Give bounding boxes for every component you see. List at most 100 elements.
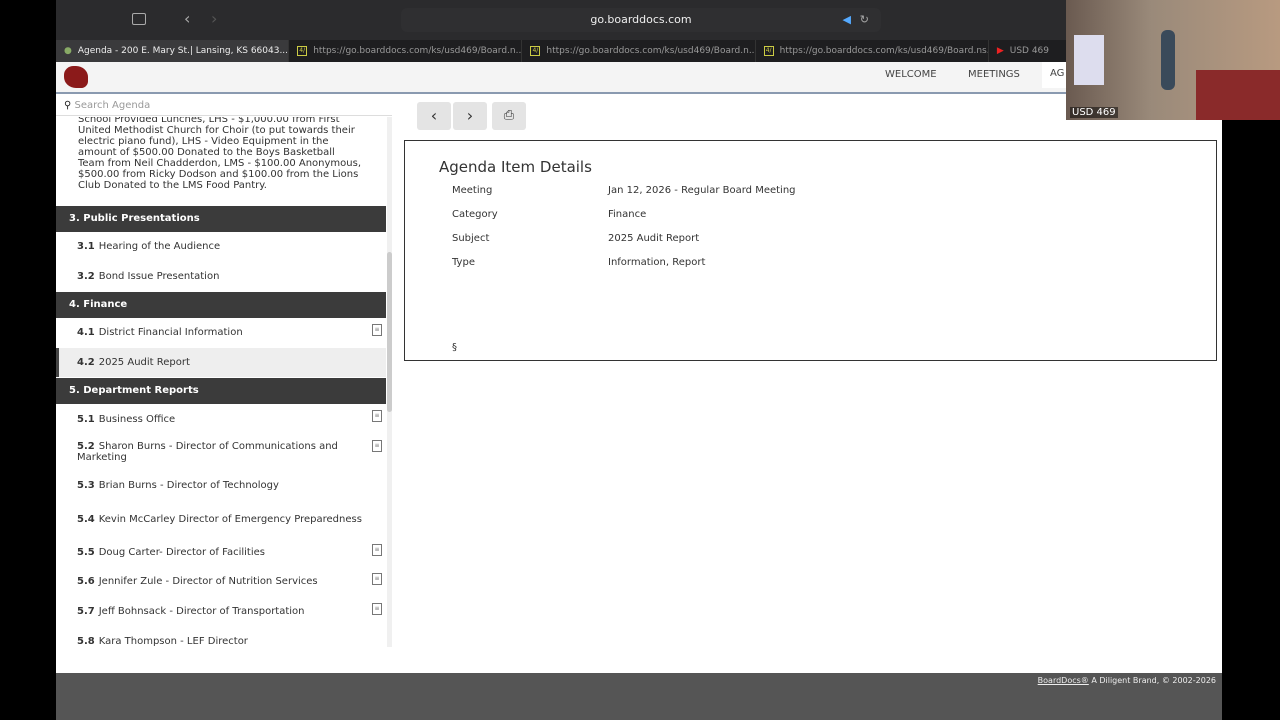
footer-text: A Diligent Brand, © 2002-2026 (1088, 676, 1216, 685)
agenda-item[interactable]: 5.3 Brian Burns - Director of Technology (56, 471, 386, 501)
item-label: 2025 Audit Report (98, 357, 190, 369)
nav-welcome[interactable]: WELCOME (885, 69, 937, 80)
reload-icon[interactable]: ↻ (860, 8, 869, 32)
item-number: 5.8 (77, 635, 95, 647)
item-description: School Provided Lunches, LHS - $1,000.00… (78, 117, 362, 191)
item-number: 5.3 (77, 480, 95, 492)
item-label: Jennifer Zule - Director of Nutrition Se… (98, 576, 318, 588)
item-number: 5.1 (77, 413, 95, 425)
sidebar-toggle-icon[interactable] (132, 13, 146, 25)
section-header[interactable]: 3. Public Presentations (56, 206, 386, 232)
agenda-item[interactable]: 5.7 Jeff Bohnsack - Director of Transport… (56, 597, 386, 627)
item-number: 3.1 (77, 241, 95, 253)
scrollbar-thumb[interactable] (387, 252, 392, 412)
tab-bar: ● Agenda - 200 E. Mary St.| Lansing, KS 6… (56, 40, 1222, 62)
search-agenda[interactable]: ⚲ Search Agenda (56, 96, 392, 116)
youtube-favicon-icon: ▶ (996, 46, 1004, 56)
section-symbol-link[interactable]: § (452, 342, 457, 353)
meeting-value: Jan 12, 2026 - Regular Board Meeting (608, 185, 796, 196)
item-label: Sharon Burns - Director of Communication… (77, 441, 338, 464)
agenda-item-details: Agenda Item Details Meeting Jan 12, 2026… (404, 140, 1217, 361)
forward-icon[interactable]: › (211, 9, 217, 28)
search-icon: ⚲ (64, 100, 72, 111)
document-icon[interactable]: ≡ (372, 324, 382, 337)
agenda-item[interactable]: 5.2 Sharon Burns - Director of Communicat… (56, 434, 386, 471)
audio-icon[interactable]: ◀ (843, 8, 851, 32)
agenda-item[interactable]: 5.6 Jennifer Zule - Director of Nutrition… (56, 567, 386, 597)
tab-boarddocs-2[interactable]: 4/https://go.boarddocs.com/ks/usd469/Boa… (522, 40, 756, 62)
browser-window: ‹ › go.boarddocs.com ◀ ↻ ● Agenda - 200 E.… (56, 0, 1222, 720)
tab-label: Agenda - 200 E. Mary St.| Lansing, KS 66… (77, 46, 289, 56)
tab-favicon-icon: ● (64, 46, 72, 56)
document-icon[interactable]: ≡ (372, 573, 382, 586)
category-label: Category (452, 209, 498, 220)
agenda-sidebar: School Provided Lunches, LHS - $1,000.00… (56, 117, 386, 647)
subject-label: Subject (452, 233, 490, 244)
agenda-item[interactable]: 5.8 Kara Thompson - LEF Director (56, 626, 386, 647)
address-bar[interactable]: go.boarddocs.com ◀ ↻ (401, 8, 881, 32)
agenda-item[interactable]: 4.1 District Financial Information ≡ (56, 318, 386, 348)
item-label: Business Office (98, 413, 176, 425)
sidebar-scrollbar[interactable] (387, 117, 392, 647)
video-door (1074, 35, 1104, 85)
item-label: Jeff Bohnsack - Director of Transportati… (98, 606, 305, 618)
video-chairs (1196, 70, 1280, 120)
item-number: 5.5 (77, 546, 95, 558)
boarddocs-favicon-icon: 4/ (763, 46, 774, 56)
item-number: 5.7 (77, 606, 95, 618)
boarddocs-favicon-icon: 4/ (530, 46, 541, 56)
item-number: 3.2 (77, 270, 95, 282)
item-label: District Financial Information (98, 327, 243, 339)
item-number: 5.2 (77, 441, 95, 453)
video-overlay: USD 469 (1066, 0, 1280, 120)
district-logo[interactable] (64, 66, 88, 88)
browser-toolbar: ‹ › go.boarddocs.com ◀ ↻ (56, 0, 1222, 40)
search-input[interactable]: Search Agenda (75, 100, 151, 111)
agenda-item[interactable]: 3.1 Hearing of the Audience (56, 232, 386, 262)
document-icon[interactable]: ≡ (372, 543, 382, 556)
item-number: 4.2 (77, 357, 95, 369)
back-icon[interactable]: ‹ (184, 9, 190, 28)
tab-label: https://go.boarddocs.com/ks/usd469/Board… (779, 46, 989, 56)
type-value: Information, Report (608, 257, 706, 268)
boarddocs-favicon-icon: 4/ (297, 46, 308, 56)
document-icon[interactable]: ≡ (372, 410, 382, 423)
category-value: Finance (608, 209, 647, 220)
section-header[interactable]: 4. Finance (56, 292, 386, 319)
type-label: Type (452, 257, 475, 268)
agenda-item[interactable]: 4.2 2025 Audit Report (56, 347, 386, 378)
item-number: 5.6 (77, 576, 95, 588)
item-label: Kara Thompson - LEF Director (98, 635, 248, 647)
section-header[interactable]: 5. Department Reports (56, 378, 386, 405)
nav-meetings[interactable]: MEETINGS (968, 69, 1020, 80)
document-icon[interactable]: ≡ (372, 439, 382, 452)
tab-boarddocs-3[interactable]: 4/https://go.boarddocs.com/ks/usd469/Boa… (756, 40, 989, 62)
tab-label: https://go.boarddocs.com/ks/usd469/Board… (546, 46, 756, 56)
item-label: Brian Burns - Director of Technology (98, 480, 279, 492)
agenda-item[interactable]: 5.4 Kevin McCarley Director of Emergency … (56, 501, 386, 538)
document-icon[interactable]: ≡ (372, 602, 382, 615)
details-title: Agenda Item Details (439, 158, 592, 176)
boarddocs-link[interactable]: BoardDocs® (1038, 676, 1089, 685)
tab-label: USD 469 (1009, 46, 1050, 56)
tab-label: https://go.boarddocs.com/ks/usd469/Board… (313, 46, 523, 56)
item-label: Doug Carter- Director of Facilities (98, 546, 265, 558)
item-label: Hearing of the Audience (98, 241, 221, 253)
agenda-item[interactable]: 5.1 Business Office ≡ (56, 404, 386, 434)
tab-boarddocs-1[interactable]: 4/https://go.boarddocs.com/ks/usd469/Boa… (289, 40, 523, 62)
printer-icon: ⎙ (503, 108, 515, 123)
item-label: Bond Issue Presentation (98, 270, 220, 282)
agenda-item[interactable]: 3.2 Bond Issue Presentation (56, 262, 386, 292)
tab-agenda[interactable]: ● Agenda - 200 E. Mary St.| Lansing, KS 6… (56, 40, 290, 62)
agenda-item[interactable]: 5.5 Doug Carter- Director of Facilities ≡ (56, 538, 386, 568)
item-label: Kevin McCarley Director of Emergency Pre… (98, 513, 362, 525)
video-label: USD 469 (1070, 107, 1118, 118)
site-header: WELCOME MEETINGS AG (56, 62, 1222, 94)
url-text: go.boarddocs.com (590, 13, 692, 26)
next-item-button[interactable]: › (453, 102, 487, 130)
print-button[interactable]: ⎙ (492, 102, 526, 130)
subject-value: 2025 Audit Report (608, 233, 700, 244)
previous-item-button[interactable]: ‹ (417, 102, 451, 130)
footer: BoardDocs® A Diligent Brand, © 2002-2026 (56, 673, 1222, 720)
video-speaker (1161, 30, 1175, 90)
